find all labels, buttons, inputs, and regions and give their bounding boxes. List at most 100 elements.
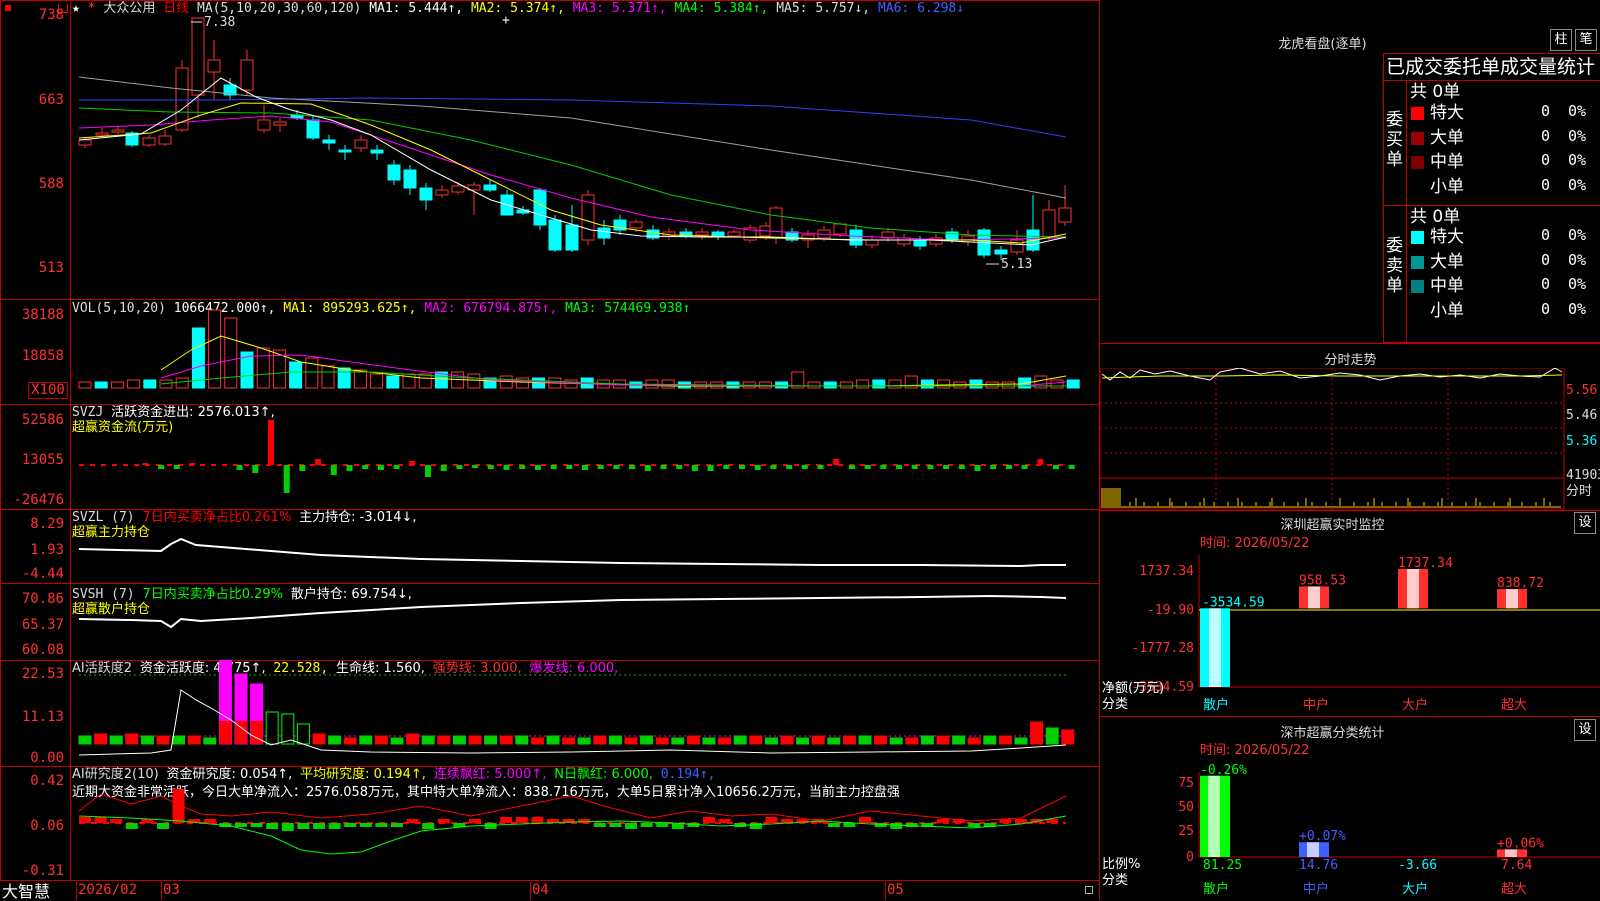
svzj-chart[interactable] [71,404,1099,509]
ai1-chart[interactable] [71,660,1099,766]
candlestick-chart[interactable]: 7.38 5.13 + [71,0,1099,299]
svzj-bar [691,465,698,471]
volume-bar [823,381,837,389]
svzj-bar [723,465,730,469]
svzj-bar [440,465,447,471]
volume-bar [110,381,124,389]
classify-category: 散户 [1203,882,1230,897]
ai1-bar [187,735,201,745]
svzj-bar [786,465,793,469]
monitor-bar-highlight [1308,586,1320,609]
ai2-bar [359,823,372,827]
svzj-bar [315,459,322,465]
ai2-bar [469,819,481,823]
candle-body [897,237,911,245]
monitor-chart[interactable]: 1737.34 -19.90 -1777.28 -3534.59 -3534.5… [1100,555,1600,715]
svzj-bar [1053,465,1059,469]
volume-bar [208,309,222,389]
volume-bar [321,365,335,389]
svzj-bar [456,465,463,469]
lock-icon[interactable] [1085,886,1093,894]
ai1-bar [390,737,404,745]
ai1-bar [889,737,903,745]
ai1-bar [998,735,1012,745]
ai2-axis-label: 0.06 [30,818,64,834]
ai2-bar [609,823,622,827]
ai2-bar [110,819,123,823]
ai1-bar [686,735,700,745]
ai1-bar [452,735,466,745]
monitor-settings-button[interactable]: 设 [1574,512,1596,534]
date-label: 2026/02 [78,882,138,898]
svzj-bar [1037,459,1044,465]
monitor-bar-label: 838.72 [1497,576,1544,591]
svsh-line [78,594,1067,629]
svzl-axis-label: 1.93 [30,542,64,558]
monitor-category: 中户 [1303,698,1330,713]
ai2-bar [656,823,669,827]
ai2-chart[interactable] [71,766,1099,880]
intraday-chart[interactable]: 5.56 5.46 5.36 41903 分时 [1100,368,1600,510]
classify-settings-button[interactable]: 设 [1574,719,1596,741]
tick-mode-button[interactable]: 笔 [1575,29,1597,51]
candle-body [322,139,336,144]
candle-body [1058,207,1072,223]
ai2-bar [235,823,247,827]
volume-bar [1050,379,1064,389]
buy-row-pct: 0% [1568,126,1587,145]
price-axis-label: 738 [38,7,64,23]
candle-body [865,239,879,246]
svzj-bar [503,465,510,470]
ai1-bar-base [250,721,263,744]
svzl-axis-label: -4.44 [21,566,64,582]
buy-row-name: 特大 [1430,103,1464,123]
ai1-bar [920,735,934,745]
buy-side-label: 委买单 [1386,110,1403,170]
monitor-time: 时间: 2026/05/22 [1200,536,1310,551]
svzj-bar [1021,465,1028,469]
ai2-bars [79,789,1059,831]
ai2-bar [281,823,294,831]
ai1-bar [671,737,685,745]
volume-bar [94,381,108,389]
ai1-bar [78,735,92,745]
ai1-bar [593,735,607,745]
ai2-axis-label: -0.31 [21,863,64,879]
ai1-bar-base [219,721,232,744]
svzj-bar [566,465,573,469]
classify-axis-label: 75 [1178,776,1194,791]
buy-color-swatch [1411,156,1424,169]
ai1-bars [78,660,1075,745]
ai1-bar [1045,727,1059,745]
svzj-bar [283,465,290,493]
candle-body [240,59,254,91]
ai1-bar [546,735,560,745]
high-price-mark: 7.38 [204,15,235,30]
ai2-bar [437,819,450,823]
ai1-bar [109,735,123,745]
ai1-bar [624,737,638,745]
date-tick [530,882,531,900]
svzj-bar [236,465,243,470]
bar-mode-button[interactable]: 柱 [1550,29,1572,51]
svzj-bar [707,465,714,471]
sell-color-swatch [1411,255,1424,269]
sell-row-name: 大单 [1430,251,1464,272]
candle-body [403,169,417,189]
svsh-chart[interactable] [71,583,1099,660]
classify-category: 超大 [1501,882,1528,897]
ai2-bar [593,823,606,827]
price-axis-label: 513 [38,260,64,276]
svzl-chart[interactable] [71,509,1099,583]
buy-row-name: 小单 [1430,176,1464,197]
ai1-bar [640,735,654,745]
monitor-unit-label: 净额(万元) [1102,681,1165,696]
classify-axis-label: 50 [1178,800,1194,815]
classify-chart[interactable]: 75 50 25 0 -0.26% +0.07% +0.06% [1100,762,1600,862]
sell-row-pct: 0% [1568,226,1587,244]
volume-chart[interactable] [71,300,1099,404]
svzj-bar [582,465,588,470]
chart-area[interactable]: ★ * 大众公用 日线 MA(5,10,20,30,60,120) MA1: 5… [0,0,1100,900]
buy-color-swatch [1411,131,1424,145]
svzj-bar [864,465,871,469]
